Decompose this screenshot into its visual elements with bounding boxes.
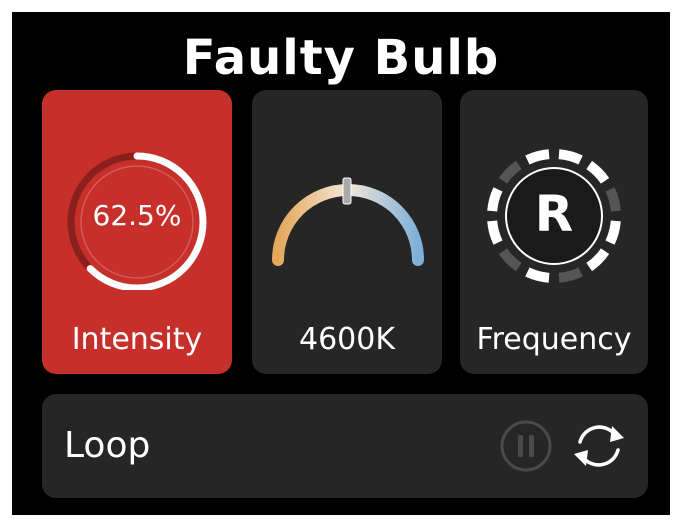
temperature-arc-gauge	[272, 177, 424, 266]
loop-arrows-icon[interactable]	[568, 416, 630, 476]
frequency-segment	[498, 248, 522, 272]
intensity-card[interactable]: 62.5% Intensity	[42, 90, 232, 374]
frequency-segment	[525, 149, 550, 165]
frequency-segment	[498, 160, 522, 184]
frequency-card[interactable]: R Frequency	[460, 90, 648, 374]
bulb-control-screen: Faulty Bulb 62.5% Intensity 4600K R Freq…	[12, 12, 670, 515]
frequency-segment	[558, 267, 583, 283]
color-temperature-card[interactable]: 4600K	[252, 90, 442, 374]
frequency-label: Frequency	[476, 322, 632, 357]
frequency-mode-letter: R	[534, 185, 574, 243]
frequency-segment	[525, 267, 550, 283]
frequency-segment	[586, 248, 610, 272]
loop-label: Loop	[64, 425, 151, 466]
page-title: Faulty Bulb	[182, 30, 500, 86]
temperature-marker	[342, 177, 352, 205]
intensity-label: Intensity	[71, 322, 203, 357]
intensity-ring	[67, 152, 207, 290]
frequency-segment	[558, 149, 583, 165]
intensity-value: 62.5%	[92, 199, 182, 232]
pause-icon[interactable]	[498, 418, 554, 474]
temperature-label: 4600K	[298, 322, 396, 357]
frequency-segment	[586, 160, 610, 184]
loop-bar: Loop	[42, 394, 648, 498]
